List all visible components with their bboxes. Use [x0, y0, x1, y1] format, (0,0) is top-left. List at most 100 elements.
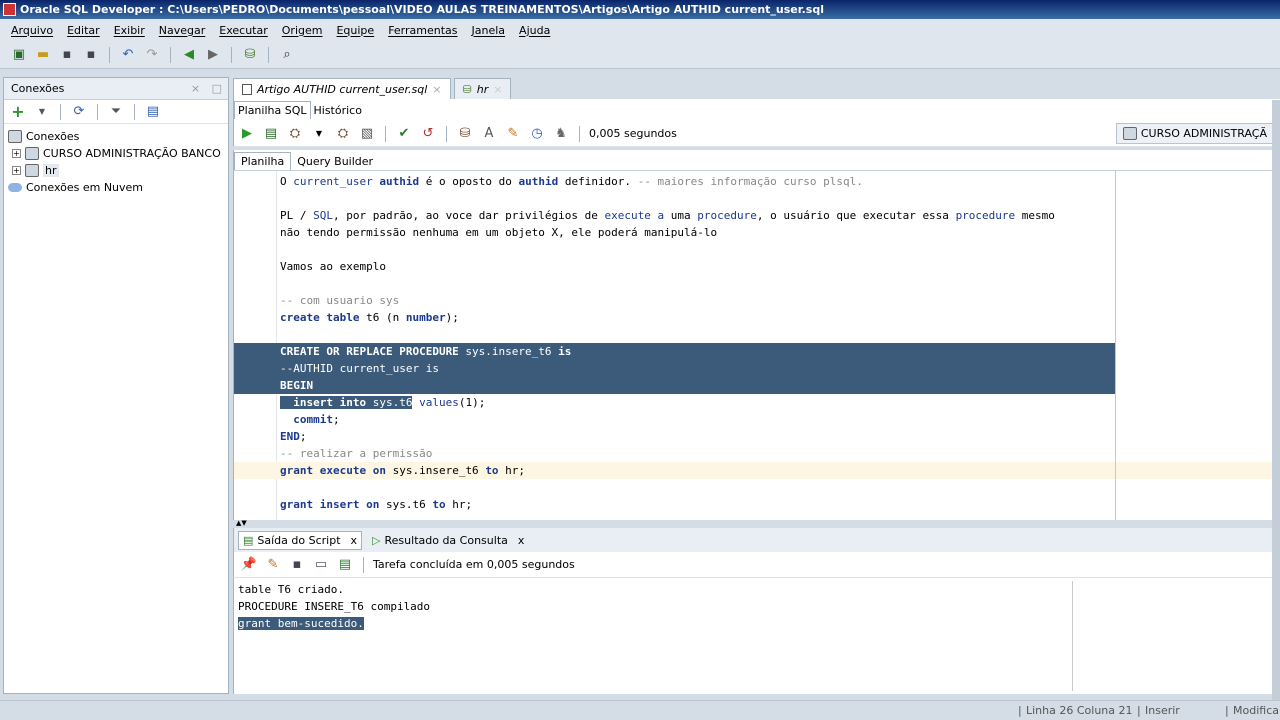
output-toolbar: 📌 ✎ ▪ ▭ ▤ Tarefa concluída em 0,005 segu…: [233, 552, 1280, 578]
status-bar: | Linha 26 Coluna 21 | Inserir | Modific…: [0, 700, 1280, 720]
tab-sql-worksheet[interactable]: Planilha SQL: [234, 101, 311, 119]
explain-plan-icon[interactable]: ⛭: [334, 125, 352, 143]
code-line: PL / SQL, por padrão, ao voce dar privil…: [280, 209, 1055, 222]
buffer-icon[interactable]: ▤: [336, 556, 354, 574]
menu-origem[interactable]: Origem: [275, 24, 330, 37]
close-icon[interactable]: x: [518, 534, 525, 547]
chevron-down-icon[interactable]: ▼: [310, 125, 328, 143]
save-icon[interactable]: ▪: [288, 556, 306, 574]
sql-tuning-icon[interactable]: ▧: [358, 125, 376, 143]
filter-icon[interactable]: ⏷: [107, 103, 125, 121]
code-line-current: grant execute on sys.insere_t6 to hr;: [234, 462, 1280, 479]
right-margin-line: [1115, 171, 1116, 520]
script-output-icon: ▤: [243, 533, 254, 547]
run-statement-icon[interactable]: ▶: [238, 125, 256, 143]
new-file-icon[interactable]: ▣: [10, 46, 28, 64]
menu-ajuda[interactable]: Ajuda: [512, 24, 557, 37]
tree-item-cloud-connections[interactable]: Conexões em Nuvem: [8, 179, 224, 196]
script-output-area[interactable]: table T6 criado. PROCEDURE INSERE_T6 com…: [233, 578, 1280, 694]
connection-selector-label: CURSO ADMINISTRAÇÃ: [1140, 127, 1267, 140]
edit-mode: Inserir: [1145, 704, 1180, 717]
right-edge-scrollbar[interactable]: [1272, 100, 1280, 700]
database-icon: [25, 147, 39, 160]
tab-query-builder[interactable]: Query Builder: [291, 153, 379, 170]
status-divider: |: [1225, 704, 1229, 717]
sql-editor[interactable]: O current_user authid é o oposto do auth…: [233, 171, 1280, 520]
minimize-icon[interactable]: □: [212, 82, 222, 95]
output-line: grant bem-sucedido.: [234, 615, 1280, 632]
connections-icon: [8, 130, 22, 143]
back-icon[interactable]: ◀: [180, 46, 198, 64]
output-margin-line: [1072, 581, 1073, 691]
tab-script-output[interactable]: ▤ Saída do Script x: [238, 530, 363, 550]
undo-icon[interactable]: ↶: [119, 46, 137, 64]
save-all-icon[interactable]: ▪: [82, 46, 100, 64]
print-icon[interactable]: ▭: [312, 556, 330, 574]
close-icon[interactable]: ×: [432, 83, 441, 96]
tab-artigo-sql[interactable]: Artigo AUTHID current_user.sql ×: [233, 78, 451, 99]
menu-editar[interactable]: Editar: [60, 24, 107, 37]
tree-label: Conexões: [26, 130, 80, 143]
menu-janela[interactable]: Janela: [465, 24, 513, 37]
tree-item-connections[interactable]: Conexões: [8, 128, 224, 145]
tree-item-hr[interactable]: + hr: [8, 162, 224, 179]
code-line-selected: --AUTHID current_user is: [234, 360, 1115, 377]
monitor-icon[interactable]: ♞: [552, 125, 570, 143]
editor-output-splitter[interactable]: ▲▼: [233, 520, 1280, 527]
expand-icon[interactable]: +: [12, 166, 21, 175]
run-script-icon[interactable]: ▤: [262, 125, 280, 143]
close-icon[interactable]: x: [351, 534, 358, 547]
sql-connection-icon: ⛁: [462, 82, 472, 96]
code-line: Vamos ao exemplo: [280, 260, 386, 273]
menu-equipe[interactable]: Equipe: [329, 24, 381, 37]
code-line: O current_user authid é o oposto do auth…: [280, 175, 863, 188]
code-line-selected: CREATE OR REPLACE PROCEDURE sys.insere_t…: [234, 343, 1115, 360]
redo-icon[interactable]: ↷: [143, 46, 161, 64]
code-line: -- com usuario sys: [280, 294, 400, 307]
save-icon[interactable]: ▪: [58, 46, 76, 64]
cursor-position: Linha 26 Coluna 21: [1026, 704, 1133, 717]
rollback-icon[interactable]: ↺: [419, 125, 437, 143]
refresh-icon[interactable]: ⟳: [70, 103, 88, 121]
output-tabs: ▤ Saída do Script x ▷ Resultado da Consu…: [233, 528, 1280, 552]
schema-browser-icon[interactable]: ▤: [144, 103, 162, 121]
cloud-icon: [8, 183, 22, 192]
close-icon[interactable]: ×: [191, 82, 200, 95]
tab-history[interactable]: Histórico: [311, 104, 365, 117]
open-folder-icon[interactable]: ▬: [34, 46, 52, 64]
chevron-down-icon[interactable]: ▼: [33, 103, 51, 121]
worksheet-toolbar: ▶ ▤ ⛭ ▼ ⛭ ▧ ✔ ↺ ⛁ A ✎ ◷ ♞ 0,005 segundos…: [233, 121, 1280, 147]
format-icon[interactable]: A: [480, 125, 498, 143]
tab-hr[interactable]: ⛁ hr ×: [453, 78, 512, 99]
menu-executar[interactable]: Executar: [212, 24, 275, 37]
unshared-sql-icon[interactable]: ⛁: [456, 125, 474, 143]
menu-ferramentas[interactable]: Ferramentas: [381, 24, 464, 37]
tab-worksheet[interactable]: Planilha: [234, 152, 292, 170]
tab-label: Resultado da Consulta: [384, 533, 508, 547]
eraser-icon[interactable]: ✎: [264, 556, 282, 574]
expand-icon[interactable]: +: [12, 149, 21, 158]
sql-developer-app-icon: [3, 3, 16, 16]
menu-arquivo[interactable]: Arquivo: [4, 24, 60, 37]
tab-query-result[interactable]: ▷ Resultado da Consulta x: [368, 532, 528, 549]
tree-label: Conexões em Nuvem: [26, 181, 144, 194]
forward-icon[interactable]: ▶: [204, 46, 222, 64]
output-line: table T6 criado.: [238, 583, 344, 596]
autotrace-icon[interactable]: ⛭: [286, 125, 304, 143]
add-connection-icon[interactable]: +: [9, 102, 27, 121]
commit-icon[interactable]: ✔: [395, 125, 413, 143]
sql-connection-icon[interactable]: ⛁: [241, 46, 259, 64]
status-divider: |: [1018, 704, 1022, 717]
code-line: commit;: [293, 413, 340, 426]
pin-icon[interactable]: 📌: [240, 556, 258, 574]
menu-exibir[interactable]: Exibir: [107, 24, 152, 37]
menu-navegar[interactable]: Navegar: [152, 24, 213, 37]
status-divider: |: [1137, 704, 1141, 717]
close-icon[interactable]: ×: [493, 83, 502, 96]
binoculars-icon[interactable]: ⌕: [278, 46, 296, 64]
tree-item-curso-admin[interactable]: + CURSO ADMINISTRAÇÃO BANCO: [8, 145, 224, 162]
sql-history-icon[interactable]: ◷: [528, 125, 546, 143]
eraser-icon[interactable]: ✎: [504, 125, 522, 143]
connection-selector[interactable]: CURSO ADMINISTRAÇÃ: [1115, 123, 1274, 144]
connections-tree: Conexões + CURSO ADMINISTRAÇÃO BANCO + h…: [4, 124, 228, 200]
